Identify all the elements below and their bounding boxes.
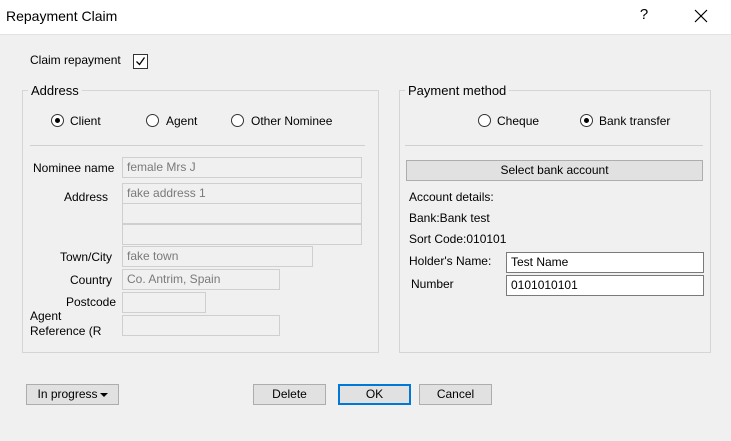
address-divider xyxy=(30,145,365,146)
postcode-field[interactable] xyxy=(122,292,206,313)
address-group-title: Address xyxy=(28,83,82,98)
postcode-label: Postcode xyxy=(66,295,117,309)
chevron-down-icon xyxy=(99,392,108,397)
ok-button[interactable]: OK xyxy=(338,384,411,405)
title-bar: Repayment Claim ? xyxy=(0,0,731,35)
nominee-name-field[interactable]: female Mrs J xyxy=(122,157,362,178)
radio-agent-label: Agent xyxy=(166,114,198,128)
radio-other-nominee-label: Other Nominee xyxy=(251,114,333,128)
account-details-label: Account details: xyxy=(409,190,494,204)
sort-code-text: Sort Code:010101 xyxy=(409,232,507,246)
radio-cheque[interactable] xyxy=(478,114,491,127)
claim-repayment-label: Claim repayment xyxy=(30,53,121,67)
bank-name-text: Bank:Bank test xyxy=(409,211,490,225)
holder-name-field[interactable]: Test Name xyxy=(506,252,704,273)
close-icon xyxy=(694,9,708,23)
window-title: Repayment Claim xyxy=(6,8,118,24)
account-number-label: Number xyxy=(411,277,454,291)
select-bank-account-button[interactable]: Select bank account xyxy=(406,160,703,181)
agent-reference-label-line2: Reference (R xyxy=(30,324,102,338)
nominee-name-label: Nominee name xyxy=(33,161,115,175)
country-label: Country xyxy=(70,273,113,287)
town-label: Town/City xyxy=(60,250,113,264)
agent-reference-label-line1: Agent xyxy=(30,309,62,323)
delete-button[interactable]: Delete xyxy=(253,384,326,405)
status-dropdown-label: In progress xyxy=(37,387,98,401)
checkmark-icon xyxy=(136,57,146,66)
address-line-2-field[interactable] xyxy=(122,203,362,224)
country-field[interactable]: Co. Antrim, Spain xyxy=(122,269,280,290)
radio-client[interactable] xyxy=(51,114,64,127)
payment-divider xyxy=(405,145,703,146)
radio-agent[interactable] xyxy=(146,114,159,127)
cancel-button[interactable]: Cancel xyxy=(419,384,492,405)
radio-bank-transfer-label: Bank transfer xyxy=(599,114,671,128)
radio-client-label: Client xyxy=(70,114,101,128)
radio-other-nominee[interactable] xyxy=(231,114,244,127)
close-button[interactable] xyxy=(686,2,716,30)
help-button[interactable]: ? xyxy=(638,6,650,23)
radio-cheque-label: Cheque xyxy=(497,114,540,128)
claim-repayment-checkbox[interactable] xyxy=(133,54,148,69)
holder-name-label: Holder's Name: xyxy=(409,254,492,268)
address-line-3-field[interactable] xyxy=(122,224,362,245)
radio-bank-transfer[interactable] xyxy=(580,114,593,127)
address-line-1-field[interactable]: fake address 1 xyxy=(122,183,362,204)
town-field[interactable]: fake town xyxy=(122,246,313,267)
agent-reference-field[interactable] xyxy=(122,315,280,336)
payment-method-group-title: Payment method xyxy=(405,83,510,98)
address-label: Address xyxy=(64,190,109,204)
status-dropdown[interactable]: In progress xyxy=(26,384,119,405)
account-number-field[interactable]: 0101010101 xyxy=(506,275,704,296)
